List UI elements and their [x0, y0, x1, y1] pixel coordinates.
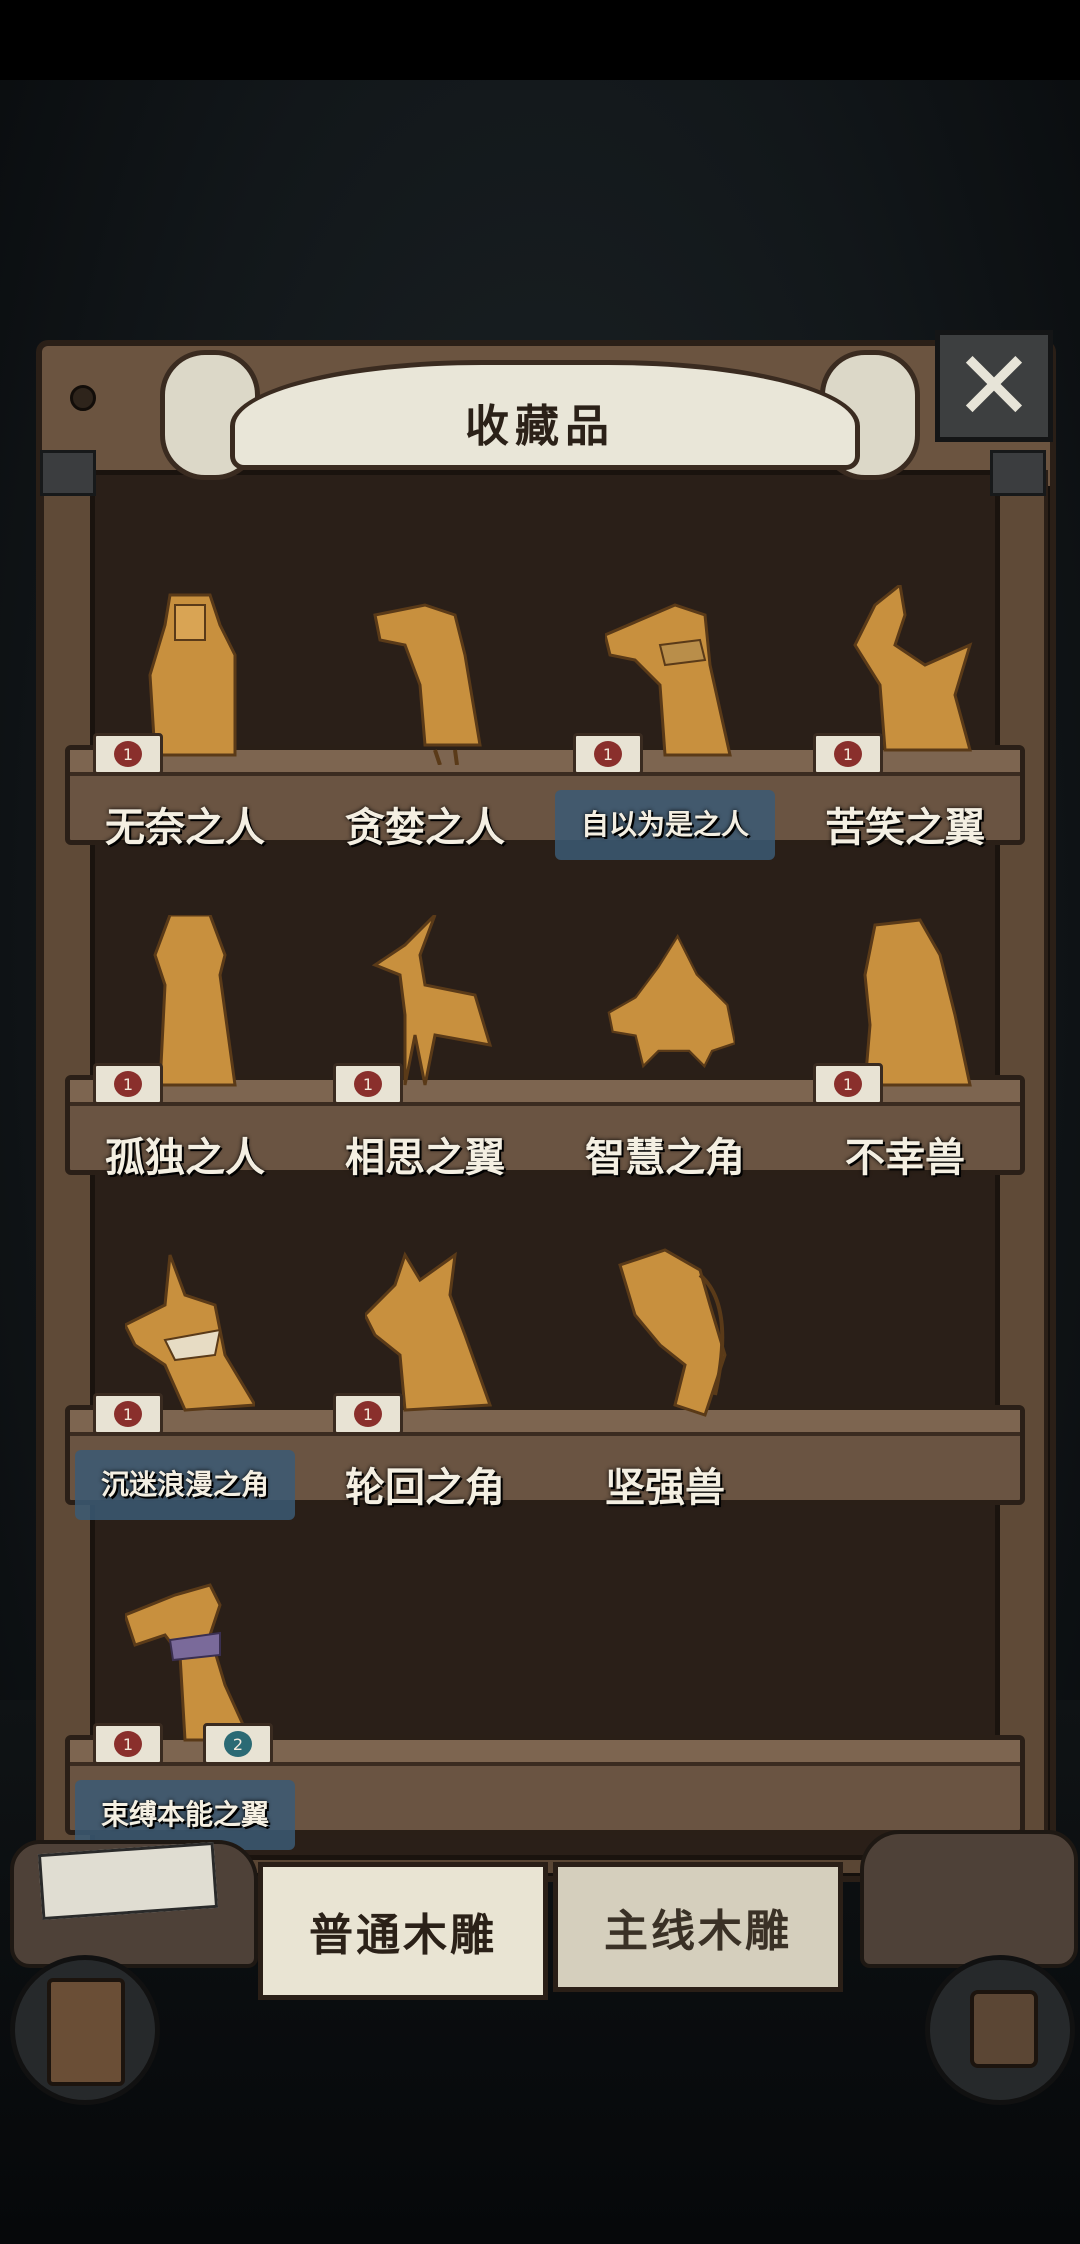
exit-button[interactable] [10, 1955, 160, 2105]
close-button[interactable]: ✕ [935, 330, 1053, 442]
collectible-item[interactable]: 1 苦笑之翼 [805, 585, 1005, 885]
rock-pile [860, 1830, 1078, 1968]
collectible-item[interactable]: 1 孤独之人 [85, 915, 285, 1215]
collectible-item[interactable]: 1 轮回之角 [325, 1245, 525, 1545]
metal-corner [990, 450, 1046, 496]
item-name: 智慧之角 [585, 1135, 745, 1181]
count-badge: 1 [573, 733, 643, 775]
item-name: 轮回之角 [345, 1465, 505, 1511]
collectible-item[interactable]: 智慧之角 [565, 915, 765, 1215]
count-badge: 1 [813, 733, 883, 775]
item-name: 沉迷浪漫之角 [100, 1468, 269, 1501]
collectible-item[interactable]: 1 相思之翼 [325, 915, 525, 1215]
statue-figure-icon [618, 1248, 727, 1417]
count-badge: 1 [93, 1723, 163, 1765]
tab-normal-carvings[interactable]: 普通木雕 [258, 1862, 548, 2000]
collectible-item[interactable]: 1 不幸兽 [805, 915, 1005, 1215]
paper-sheet [37, 1841, 219, 1921]
item-name: 苦笑之翼 [825, 805, 985, 851]
item-name: 自以为是之人 [580, 808, 749, 841]
item-name: 贪婪之人 [345, 805, 505, 851]
count-badge: 1 [333, 1063, 403, 1105]
rivet-icon [70, 385, 96, 411]
item-name: 相思之翼 [345, 1135, 505, 1181]
count-badge-secondary: 2 [203, 1723, 273, 1765]
count-badge: 1 [813, 1063, 883, 1105]
collectible-item[interactable]: 1 沉迷浪漫之角 [75, 1245, 295, 1545]
metal-corner [40, 450, 96, 496]
collectible-item[interactable]: 贪婪之人 [325, 585, 525, 885]
item-name: 无奈之人 [105, 805, 265, 851]
door-icon [47, 1978, 125, 2086]
title-banner: 收藏品 [160, 330, 920, 480]
statue-figure-icon [607, 933, 735, 1069]
count-badge: 1 [93, 1063, 163, 1105]
tab-main-carvings[interactable]: 主线木雕 [553, 1862, 843, 1992]
close-icon: ✕ [953, 330, 1035, 442]
axe-icon [970, 1990, 1038, 2068]
item-name: 束缚本能之翼 [100, 1798, 269, 1831]
item-name: 孤独之人 [105, 1135, 265, 1181]
count-badge: 1 [93, 1393, 163, 1435]
tab-bar: 普通木雕 主线木雕 [258, 1862, 843, 2000]
carve-button[interactable] [925, 1955, 1075, 2105]
item-name: 坚强兽 [605, 1465, 725, 1511]
collectible-item[interactable]: 1 无奈之人 [85, 585, 285, 885]
collectible-item[interactable]: 坚强兽 [565, 1245, 765, 1545]
collectible-item[interactable]: 1 自以为是之人 [555, 585, 775, 885]
collectible-item[interactable]: 1 2 束缚本能之翼 [75, 1575, 295, 1875]
count-badge: 1 [333, 1393, 403, 1435]
count-badge: 1 [93, 733, 163, 775]
item-name: 不幸兽 [845, 1135, 965, 1181]
statue-figure-icon [373, 603, 482, 765]
page-title: 收藏品 [465, 401, 615, 452]
status-bar [0, 0, 1080, 80]
